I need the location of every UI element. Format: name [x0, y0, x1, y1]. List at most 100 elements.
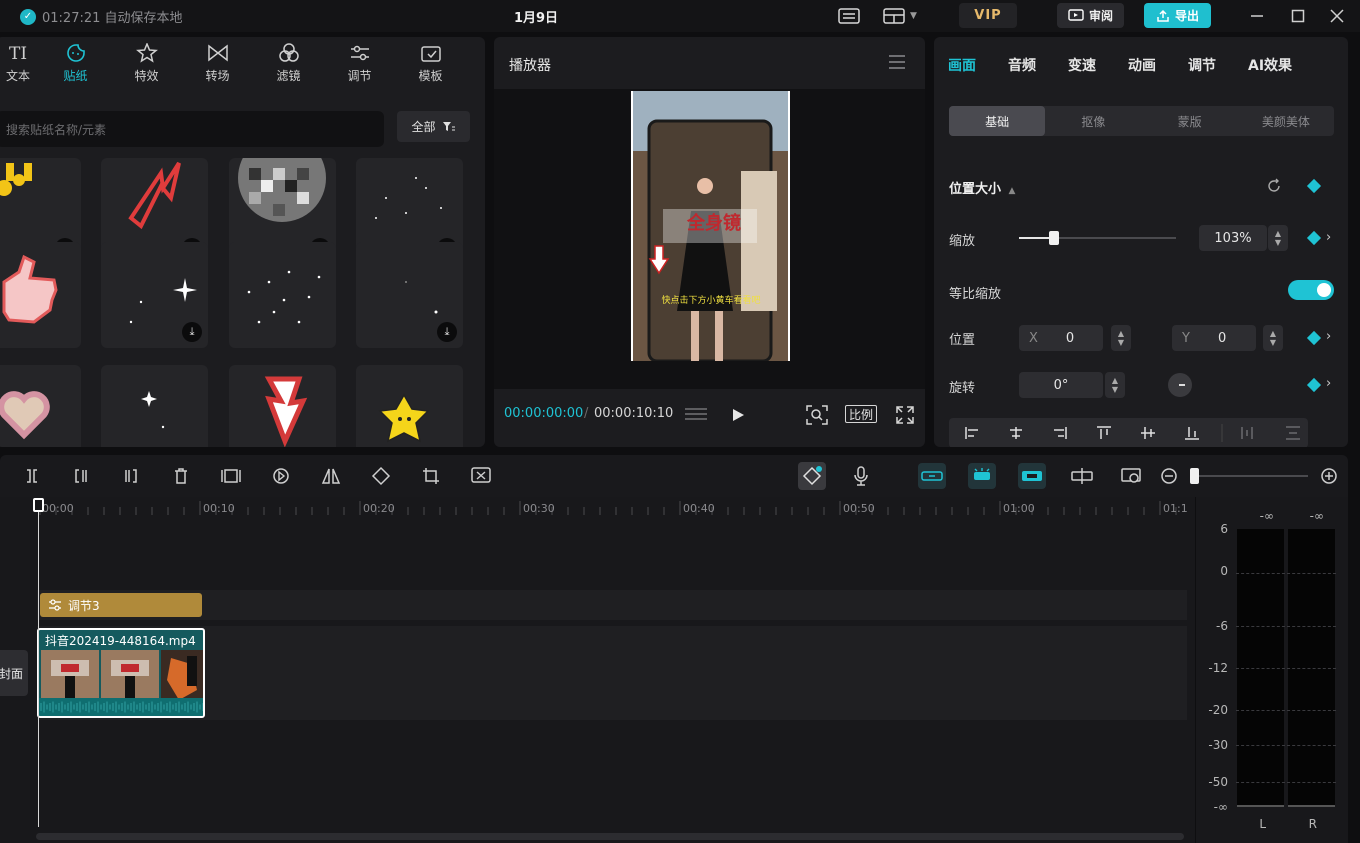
tab-effects[interactable]: 特效	[111, 37, 182, 89]
review-button[interactable]: 审阅	[1057, 3, 1124, 28]
sticker-item-star-field[interactable]	[229, 242, 336, 348]
tab-template[interactable]: 模板	[395, 37, 466, 89]
uniform-scale-toggle[interactable]	[1288, 280, 1334, 300]
keyframe-icon[interactable]	[1306, 230, 1322, 246]
playhead-handle[interactable]	[33, 498, 44, 512]
zoom-in-icon[interactable]	[1318, 465, 1340, 487]
zoom-slider-handle[interactable]	[1190, 468, 1199, 484]
subtab-cutout[interactable]: 抠像	[1045, 106, 1141, 136]
filter-button[interactable]: 全部	[397, 111, 470, 142]
timeline-scrollbar[interactable]	[36, 833, 1184, 840]
tab-picture[interactable]: 画面	[948, 55, 976, 75]
position-y-stepper[interactable]: ▲ ▼	[1263, 325, 1283, 351]
timeline-zoom-slider[interactable]	[1190, 468, 1308, 484]
keyframe-icon[interactable]	[1306, 178, 1322, 194]
reverse-icon[interactable]	[270, 465, 292, 487]
sticker-item-thumbs-up[interactable]	[0, 242, 81, 348]
scale-input[interactable]: 103%	[1199, 225, 1267, 251]
fullscreen-icon[interactable]	[896, 406, 914, 428]
tab-speed[interactable]: 变速	[1068, 55, 1096, 75]
chevron-right-icon[interactable]: ›	[1326, 376, 1331, 391]
subtab-beauty[interactable]: 美颜美体	[1238, 106, 1334, 136]
rotate-input[interactable]: 0°	[1019, 372, 1103, 398]
chevron-right-icon[interactable]: ›	[1326, 329, 1331, 344]
mirror-icon[interactable]	[320, 465, 342, 487]
freeze-icon[interactable]	[220, 465, 242, 487]
main-track-magnet-icon[interactable]	[918, 463, 946, 489]
chevron-right-icon[interactable]: ›	[1326, 230, 1331, 245]
rotate-stepper[interactable]: ▲ ▼	[1105, 372, 1125, 398]
delete-icon[interactable]	[170, 465, 192, 487]
position-x-input[interactable]: X 0	[1019, 325, 1103, 351]
video-clip[interactable]: 抖音202419-448164.mp4	[37, 628, 205, 718]
download-icon[interactable]: ⤓	[437, 322, 457, 342]
subtab-mask[interactable]: 蒙版	[1142, 106, 1238, 136]
tab-filter[interactable]: 滤镜	[253, 37, 324, 89]
sticker-item-faint-stars[interactable]: ⤓	[356, 242, 463, 348]
scale-slider-handle[interactable]	[1049, 231, 1059, 245]
close-icon[interactable]	[1327, 6, 1347, 26]
scale-slider-track[interactable]	[1019, 231, 1176, 245]
tab-transition[interactable]: 转场	[182, 37, 253, 89]
search-input[interactable]: 搜索贴纸名称/元素	[0, 111, 384, 147]
preview-axis-icon[interactable]	[1071, 465, 1093, 487]
preview-stage[interactable]: 全身镜 快点击下方小黄车看看吧	[494, 89, 925, 389]
time-ruler[interactable]: 00:00 00:10 00:20 00:30 00:40 00:50 01:0…	[0, 497, 1195, 521]
layout-menu-icon[interactable]: ▼	[880, 6, 920, 26]
scale-stepper[interactable]: ▲ ▼	[1268, 225, 1288, 251]
sticker-item-yellow-star[interactable]	[356, 365, 463, 447]
play-icon[interactable]	[730, 407, 746, 427]
reset-icon[interactable]	[1266, 178, 1282, 198]
tab-adjust[interactable]: 调节	[324, 37, 395, 89]
keyframe-icon[interactable]	[1306, 330, 1322, 346]
adjust-track[interactable]	[37, 590, 1187, 620]
adjust-clip[interactable]: 调节3	[40, 593, 202, 617]
split-icon[interactable]	[21, 465, 43, 487]
rotate-dial[interactable]	[1168, 373, 1192, 397]
tab-audio[interactable]: 音频	[1008, 55, 1036, 75]
video-preview-frame[interactable]: 全身镜 快点击下方小黄车看看吧	[631, 91, 790, 361]
thumbnail-zoom-icon[interactable]	[1121, 465, 1143, 487]
rotate-label: 旋转	[949, 381, 976, 396]
playhead[interactable]	[38, 499, 39, 827]
timeline-grid-icon[interactable]	[683, 406, 709, 428]
minimize-icon[interactable]	[1247, 6, 1267, 26]
tab-sticker[interactable]: 贴纸	[40, 37, 111, 89]
tab-text[interactable]: TI 文本	[0, 37, 40, 89]
auto-ripple-icon[interactable]	[968, 463, 996, 489]
zoom-fit-icon[interactable]	[806, 405, 828, 429]
keyframe-icon[interactable]	[1306, 377, 1322, 393]
zoom-out-icon[interactable]	[1158, 465, 1180, 487]
aspect-ratio-button[interactable]: 比例	[845, 405, 877, 423]
vip-button[interactable]: VIP	[959, 3, 1017, 28]
position-y-input[interactable]: Y 0	[1172, 325, 1256, 351]
download-icon[interactable]: ⤓	[182, 322, 202, 342]
sticker-item-star-sparkle[interactable]: ⤓	[101, 242, 208, 348]
tab-adjust-props[interactable]: 调节	[1188, 55, 1216, 75]
trim-left-icon[interactable]	[70, 465, 92, 487]
section-position-size[interactable]: 位置大小 ▲	[949, 178, 1015, 197]
cover-button[interactable]: 封面	[0, 650, 28, 696]
microphone-icon[interactable]	[850, 465, 872, 487]
smart-cut-icon[interactable]	[470, 465, 492, 487]
sticker-item-glow-heart[interactable]	[0, 365, 81, 447]
player-menu-icon[interactable]	[889, 55, 905, 69]
auto-snap-icon[interactable]	[798, 462, 826, 490]
tab-animation[interactable]: 动画	[1128, 55, 1156, 75]
shortcut-keyboard-icon[interactable]	[837, 6, 861, 26]
trim-right-icon[interactable]	[120, 465, 142, 487]
linkage-icon[interactable]	[1018, 463, 1046, 489]
export-button[interactable]: 导出	[1144, 3, 1211, 28]
crop-icon[interactable]	[420, 465, 442, 487]
sticker-item-twinkle[interactable]	[101, 365, 208, 447]
heart-sticker-icon	[0, 391, 50, 440]
subtab-basic[interactable]: 基础	[949, 106, 1046, 136]
tab-ai-effects[interactable]: AI效果	[1248, 55, 1292, 75]
sticker-item-arrow-down[interactable]	[229, 365, 336, 447]
position-x-stepper[interactable]: ▲ ▼	[1111, 325, 1131, 351]
rotate-clip-icon[interactable]	[370, 465, 392, 487]
project-title[interactable]: 1月9日	[500, 7, 572, 26]
timeline-area[interactable]: 00:00 00:10 00:20 00:30 00:40 00:50 01:0…	[0, 497, 1195, 843]
maximize-icon[interactable]	[1288, 6, 1308, 26]
main-video-track[interactable]	[37, 626, 1187, 720]
